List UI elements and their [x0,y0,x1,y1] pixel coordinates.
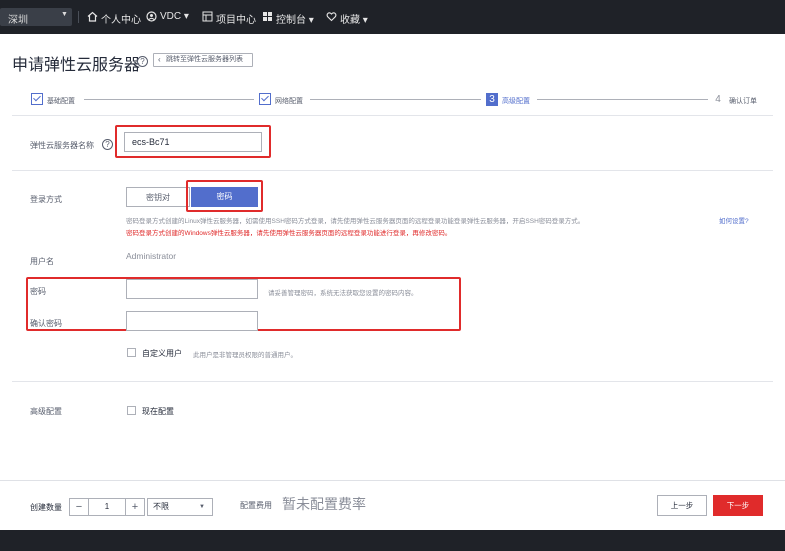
step-connector [84,99,254,100]
footer-bar [0,530,785,551]
console-icon [263,12,272,21]
windows-login-note: 密码登录方式创建的Windows弹性云服务器，请先使用弹性云服务器页面的远程登录… [126,230,452,237]
step-1-label: 基础配置 [47,98,75,105]
password-hint: 请妥善管理密码，系统无法获取您设置的密码内容。 [268,290,418,297]
heart-icon [326,12,337,22]
top-navbar: 深圳 ▼ 个人中心 VDC ▾ 项目中心 控制台 ▾ 收藏 ▾ [0,0,785,34]
step-3-label: 高级配置 [502,98,530,105]
project-icon [202,11,213,22]
custom-user-hint: 此用户是非管理员权限的普通用户。 [193,352,297,359]
fee-value: 暂未配置费率 [282,496,366,512]
username-label: 用户名 [30,257,54,266]
nav-favorites-label: 收藏 ▾ [340,15,368,26]
advanced-config-option: 现在配置 [142,407,174,416]
step-4-label: 确认订单 [729,98,757,105]
chevron-down-icon: ▼ [61,11,68,18]
advanced-config-label: 高级配置 [30,407,62,416]
quantity-limit-value: 不限 [153,502,169,511]
next-step-button[interactable]: 下一步 [713,495,763,516]
back-to-list-label: 跳转至弹性云服务器列表 [166,56,243,63]
server-name-input[interactable]: ecs-Bc71 [124,132,262,152]
confirm-password-label: 确认密码 [30,319,62,328]
quantity-limit-select[interactable]: 不限 ▼ [147,498,213,516]
custom-user-label: 自定义用户 [142,349,182,358]
help-icon[interactable]: ? [102,139,113,150]
section-divider [12,381,773,382]
server-name-label: 弹性云服务器名称 [30,141,94,150]
step-1-check-icon [31,93,43,105]
username-value: Administrator [126,251,177,261]
home-icon [87,11,98,22]
step-2-check-icon [259,93,271,105]
quantity-label: 创建数量 [30,503,62,512]
back-to-list-link[interactable]: ‹ 跳转至弹性云服务器列表 [153,53,253,67]
section-divider [12,115,773,116]
nav-personal-center-label: 个人中心 [101,15,141,26]
login-keypair-button[interactable]: 密钥对 [126,187,190,207]
confirm-password-input[interactable] [126,311,258,331]
highlight-box [186,180,263,212]
password-input[interactable] [126,279,258,299]
step-connector [310,99,481,100]
login-method-label: 登录方式 [30,195,62,204]
fee-label: 配置费用 [240,501,272,510]
linux-login-note: 密码登录方式创建的Linux弹性云服务器，如需使用SSH密码方式登录，请先使用弹… [126,218,585,225]
vdc-icon [146,11,157,22]
step-2-label: 网络配置 [275,98,303,105]
step-connector [537,99,708,100]
region-selector[interactable]: 深圳 ▼ [0,8,72,26]
step-4-number: 4 [715,94,721,105]
password-label: 密码 [30,287,46,296]
how-to-set-link[interactable]: 如何设置? [719,215,749,225]
nav-vdc-label: VDC ▾ [160,11,189,22]
chevron-left-icon: ‹ [158,55,161,64]
nav-console-label: 控制台 ▾ [276,15,314,26]
decrement-button[interactable]: − [69,498,89,516]
increment-button[interactable]: + [125,498,145,516]
step-3-number: 3 [486,93,498,106]
advanced-config-checkbox[interactable] [127,406,136,415]
page-title: 申请弹性云服务器 [12,57,141,74]
chevron-down-icon: ▼ [199,504,205,510]
nav-project-center-label: 项目中心 [216,15,256,26]
nav-divider [78,11,79,23]
custom-user-checkbox[interactable] [127,348,136,357]
previous-step-button[interactable]: 上一步 [657,495,707,516]
bottom-action-bar: 创建数量 − 1 + 不限 ▼ 配置费用 暂未配置费率 上一步 下一步 [0,480,785,530]
help-icon[interactable]: ? [137,56,148,67]
quantity-input[interactable]: 1 [89,498,125,516]
region-label: 深圳 [8,15,28,26]
section-divider [12,170,773,171]
main-panel: 申请弹性云服务器 ? ‹ 跳转至弹性云服务器列表 基础配置 网络配置 3 高级配… [0,34,785,480]
